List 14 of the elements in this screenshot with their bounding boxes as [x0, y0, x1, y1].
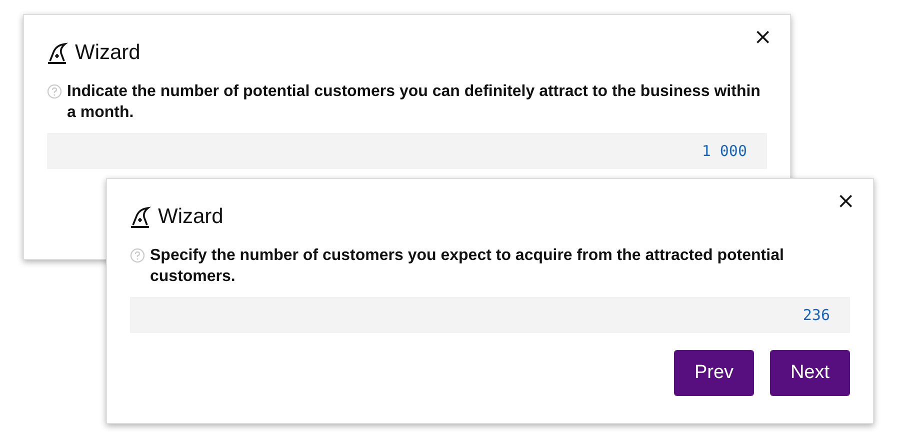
dialog-title: Wizard: [158, 205, 224, 229]
number-input-field[interactable]: 236: [130, 297, 850, 333]
question-text: Specify the number of customers you expect to acquire from the attracted potential customers.: [150, 246, 785, 287]
wizard-hat-icon: [47, 42, 69, 64]
number-input-field[interactable]: 1 000: [47, 133, 767, 169]
nav-button[interactable]: Prev: [674, 350, 754, 396]
question-text: Indicate the number of potential customers you can definitely attract to the business within a month.: [67, 82, 762, 123]
nav-button[interactable]: Next: [770, 350, 850, 396]
wizard-hat-icon: [130, 206, 152, 228]
help-icon: [130, 248, 145, 263]
help-icon: [47, 84, 62, 99]
close-button[interactable]: ×: [832, 191, 859, 213]
dialog-title: Wizard: [75, 41, 140, 65]
close-button[interactable]: ×: [750, 27, 776, 49]
